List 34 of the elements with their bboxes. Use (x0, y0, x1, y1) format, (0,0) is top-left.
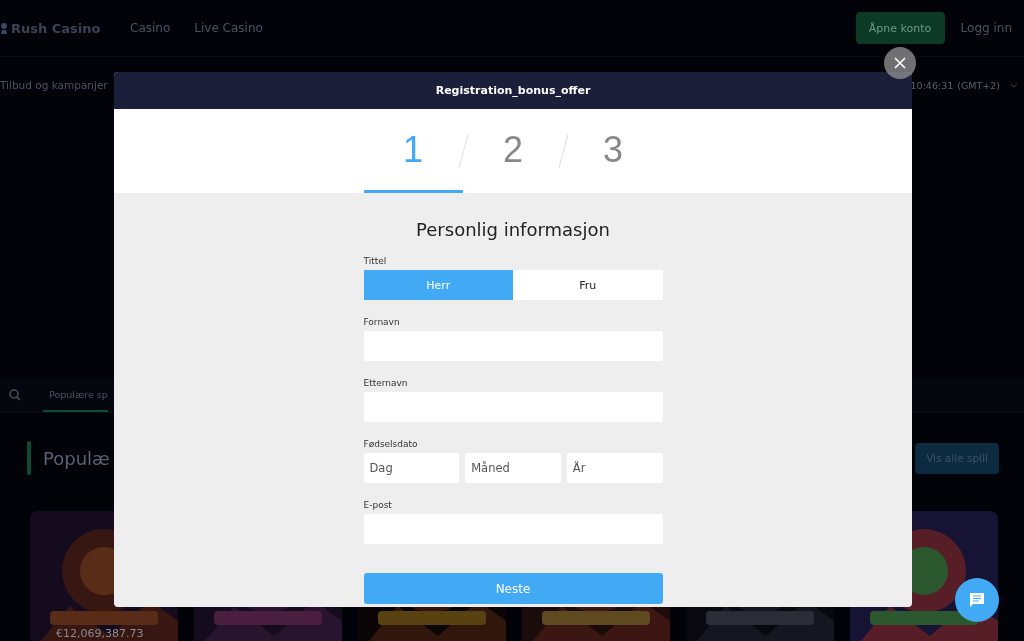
jackpot-amount: €12,069,387.73 (56, 627, 144, 640)
date-field[interactable]: År (566, 453, 663, 483)
field-label: Fornavn (363, 317, 401, 327)
clock-text: 10:46:31 (910, 79, 954, 91)
title-option[interactable]: Fru (513, 270, 663, 300)
category-tab[interactable]: Populære sp (43, 378, 108, 412)
title-option[interactable]: Herr (363, 270, 513, 300)
close-icon (894, 57, 906, 69)
open-account-button[interactable]: Åpne konto (855, 12, 945, 44)
chevron-down-icon[interactable] (1010, 82, 1018, 88)
field-label: E-post (363, 500, 393, 510)
logo-icon (0, 22, 8, 34)
nav-link[interactable]: Casino (130, 21, 171, 35)
date-field[interactable]: Dag (363, 453, 460, 483)
form-heading: Personlig informasjon (415, 219, 611, 240)
chat-icon (969, 592, 985, 608)
chat-button[interactable] (955, 578, 999, 622)
dialog-title: Registration_bonus_offer (114, 72, 912, 109)
close-button[interactable] (884, 47, 916, 79)
date-field[interactable]: Måned (465, 453, 561, 483)
login-link[interactable]: Logg inn (960, 21, 1012, 35)
step-tab[interactable]: 3 (563, 109, 663, 193)
timezone-text: (GMT+2) (957, 79, 1000, 91)
next-button[interactable]: Neste (363, 573, 663, 604)
nav-link[interactable]: Live Casino (194, 21, 263, 35)
field-label: Etternavn (363, 378, 409, 388)
field-label: Fødselsdato (363, 439, 419, 449)
step-tab[interactable]: 2 (463, 109, 563, 193)
section-heading: Populæ (43, 447, 110, 469)
field-label: Tittel (363, 256, 388, 266)
step-tab[interactable]: 1 (363, 109, 463, 193)
logo-text[interactable]: Rush Casino (11, 20, 101, 36)
search-icon[interactable] (9, 389, 21, 401)
promo-link[interactable]: Tilbud og kampanjer (0, 79, 108, 91)
